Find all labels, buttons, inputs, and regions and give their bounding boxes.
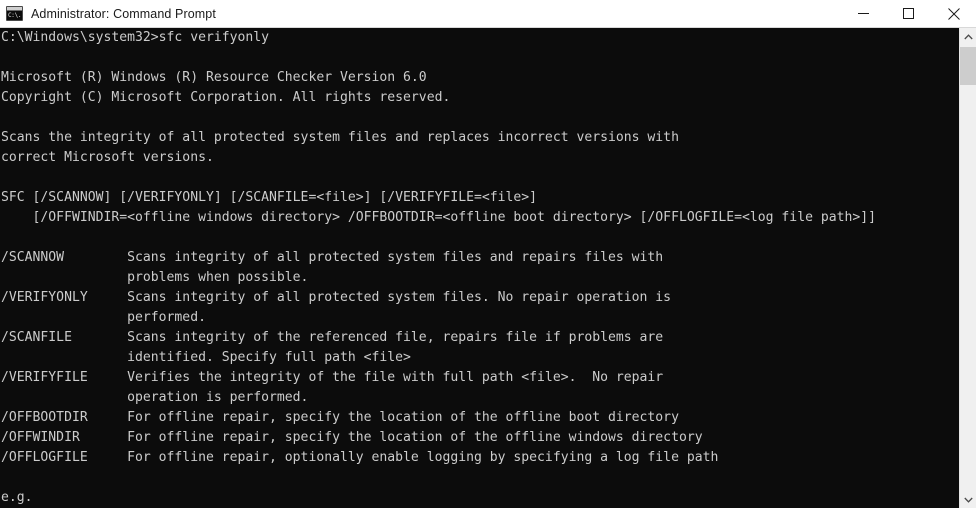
command-prompt-icon[interactable]: C:\. [6, 6, 23, 21]
console-output-area[interactable]: C:\Windows\system32>sfc verifyonly Micro… [0, 28, 959, 508]
icon-screen-text: C:\. [7, 11, 22, 20]
console-text: C:\Windows\system32>sfc verifyonly Micro… [1, 30, 877, 505]
close-icon [947, 7, 960, 20]
maximize-button[interactable] [886, 0, 931, 28]
scrollbar-track[interactable] [960, 45, 976, 491]
maximize-icon [903, 8, 914, 19]
chevron-down-icon [963, 497, 973, 503]
title-bar[interactable]: C:\. Administrator: Command Prompt [0, 0, 976, 28]
minimize-icon [858, 13, 869, 14]
minimize-button[interactable] [841, 0, 886, 28]
scroll-up-arrow[interactable] [960, 28, 976, 45]
command-prompt-window: C:\. Administrator: Command Prompt C:\Wi… [0, 0, 976, 508]
vertical-scrollbar[interactable] [959, 28, 976, 508]
chevron-up-icon [963, 33, 973, 39]
scroll-thumb[interactable] [960, 47, 976, 85]
close-button[interactable] [931, 0, 976, 28]
window-title: Administrator: Command Prompt [31, 6, 216, 21]
window-controls [841, 0, 976, 28]
scroll-down-arrow[interactable] [960, 491, 976, 508]
